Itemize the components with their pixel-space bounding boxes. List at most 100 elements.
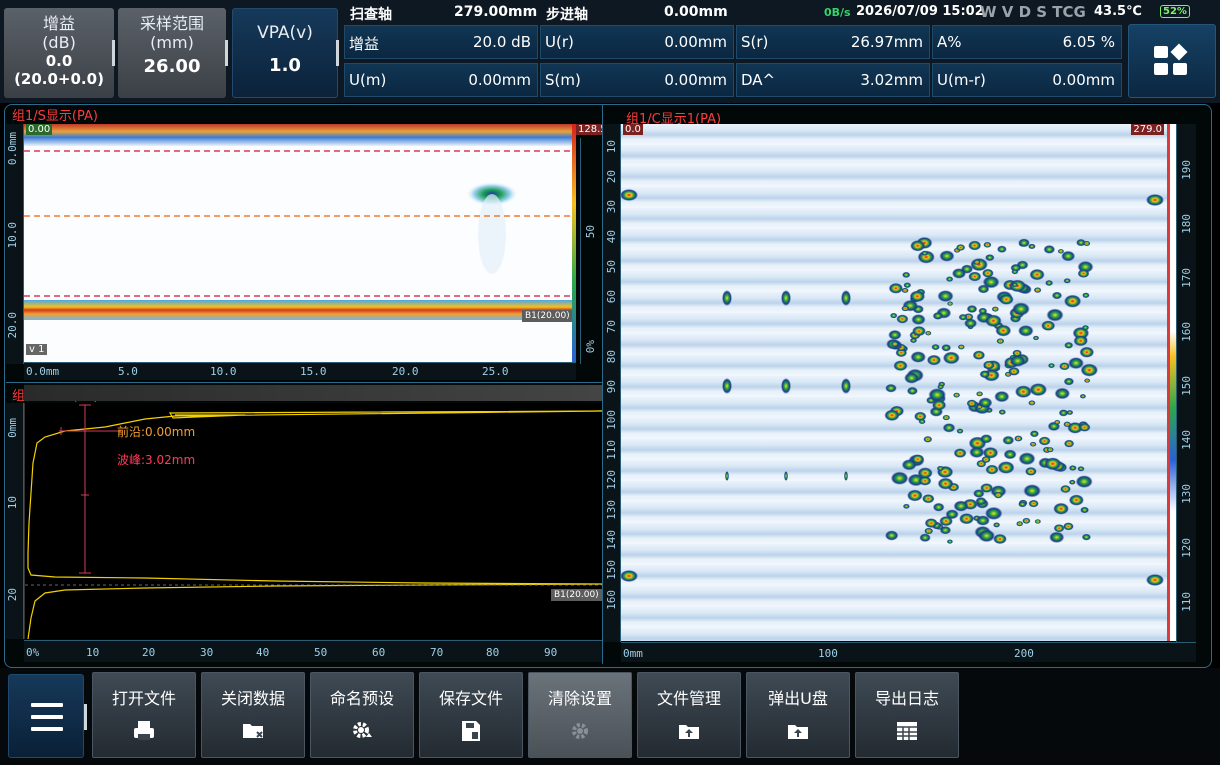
aview-peak: 波峰:3.02mm [117,453,196,467]
cview-indication [993,533,1007,545]
cview-left-tick: 20 [605,170,618,184]
cview-indication [979,370,991,379]
cview-right-value: 279.0 [1131,124,1164,135]
cview-indication [906,386,918,395]
toolbar-button[interactable]: 打开文件 [92,672,196,758]
cview-indication [1146,194,1164,206]
cview-indication [1068,465,1077,471]
toolbar-button[interactable]: 关闭数据 [201,672,305,758]
toolbar-button-label: 打开文件 [111,689,176,708]
toolbar-button-label: 清除设置 [547,689,612,708]
cview-indication [1022,517,1031,524]
menu-icon-bar [31,727,63,731]
cview-indication [968,271,982,282]
cview-indication [912,326,926,337]
cview-indication [1081,325,1090,331]
toolbar-button[interactable]: 命名预设 [310,672,414,758]
toolbar-button-label: 命名预设 [329,689,394,708]
aview-x-tick-5: 50 [314,646,328,659]
cview-indication [980,434,993,444]
apps-grid-icon [1154,43,1188,75]
cview-indication [919,533,931,542]
cview-indication [1058,409,1069,417]
gain-value-detail: (20.0+0.0) [14,70,104,89]
gain-slider-handle [112,40,115,66]
cview-indication [904,372,920,384]
cview-indication [1009,354,1026,367]
cview-indication [722,290,732,306]
cview-indication [951,268,967,279]
cview-left-tick: 140 [605,530,618,550]
menu-button[interactable] [8,674,84,758]
cview-indication [841,290,851,306]
cview-indication [941,344,952,352]
cview-indication [844,471,848,481]
cview-indication [928,388,947,402]
cview-indication [931,344,940,351]
cview-indication [1049,531,1065,543]
aview-canvas[interactable]: 前沿:0.00mm 波峰:3.02mm B1(20.00) [24,403,604,640]
toolbar-button[interactable]: 清除设置 [528,672,632,758]
sview-amp-scale [580,138,600,364]
cview-indication [1068,494,1084,506]
cview-indication [1081,533,1091,541]
sview-scale-0: 0% [584,340,597,354]
cview-indication [997,245,1007,253]
vpa-button[interactable]: VPA(v) 1.0 [232,8,338,98]
cview-indication [921,250,929,256]
toolbar-button[interactable]: 弹出U盘 [746,672,850,758]
cview-indication [1077,466,1085,472]
aview-y-tick-0: 0mm [6,418,19,438]
cview-indication [998,409,1006,415]
sview-corner-label: v 1 [26,344,48,355]
sview-x-tick-2: 10.0 [210,365,237,378]
measure-ap-key: A% [937,33,962,51]
cview-left-tick: 100 [605,410,618,430]
sview-title: 组1/S显示(PA) [12,109,98,124]
cview-left-tick: 40 [605,230,618,244]
gain-button[interactable]: 增益 (dB) 0.0 (20.0+0.0) [4,8,114,98]
toolbar-button-label: 导出日志 [874,689,939,708]
cview-indication [1084,378,1091,383]
cview-left-tick: 160 [605,590,618,610]
cview-indication [939,516,953,527]
range-label: 采样范围 [139,14,204,33]
cview-indication [939,250,955,262]
cview-indication [884,409,900,421]
cview-right-tick: 150 [1180,376,1193,396]
cview-canvas[interactable]: 0.0 279.0 [621,124,1170,641]
measure-um: U(m) 0.00mm [344,63,538,97]
cview-indication [966,305,978,313]
cview-indication [942,423,956,433]
status-flags: W V D S TCG [980,3,1086,21]
view-divider [6,382,602,383]
aview-x-tick-0: 0% [26,646,40,659]
cview-indication [964,318,978,329]
cview-indication [983,360,995,370]
cview-indication [1053,524,1065,533]
toolbar-button[interactable]: 导出日志 [855,672,959,758]
cview-indication [1073,335,1088,347]
cview-right-tick: 110 [1180,592,1193,612]
measure-ap-value: 6.05 % [1062,33,1115,51]
cview-indication [924,527,934,535]
measure-umr-value: 0.00mm [1052,71,1115,89]
cview-indication [1064,439,1075,448]
toolbar-button-label: 文件管理 [656,689,721,708]
cview-indication [1023,484,1041,498]
sview-canvas[interactable]: 0.00 B1(20.00) v 1 [24,124,576,362]
toolbar-button[interactable]: 保存文件 [419,672,523,758]
cview-indication [1054,387,1071,400]
measure-sm-value: 0.00mm [664,71,727,89]
cview-right-tick: 180 [1180,214,1193,234]
gain-value: 0.0 [45,52,73,71]
sview-y-tick-0: 0.0mm [6,132,19,166]
measurement-grid: 增益 20.0 dB U(r) 0.00mm S(r) 26.97mm A% 6… [344,25,1122,97]
apps-button[interactable] [1128,24,1216,98]
aview-title-strip [24,385,602,401]
cview-indication [1083,240,1091,247]
toolbar-button[interactable]: 文件管理 [637,672,741,758]
range-button[interactable]: 采样范围 (mm) 26.00 [118,8,226,98]
aview-y-tick-2: 20 [6,588,19,602]
aview-x-tick-6: 60 [372,646,386,659]
